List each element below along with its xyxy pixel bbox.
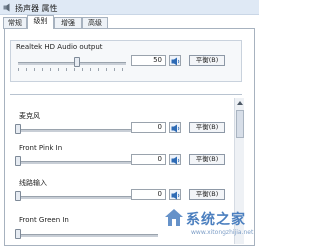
output-volume-track[interactable]	[18, 62, 126, 65]
output-balance-button[interactable]: 平衡(B)	[189, 55, 225, 66]
input-label-front-pink: Front Pink In	[19, 144, 63, 152]
line-in-volume-value[interactable]: 0	[131, 189, 166, 200]
front-green-volume-thumb[interactable]	[15, 229, 21, 239]
watermark-text: 系统之家	[186, 212, 246, 228]
output-volume-ticks	[18, 68, 126, 71]
window-title: 扬声器 属性	[15, 4, 58, 13]
front-pink-volume-thumb[interactable]	[15, 156, 21, 166]
front-pink-mute-button[interactable]	[169, 154, 181, 165]
scrollbar-thumb[interactable]	[236, 110, 244, 138]
tab-levels[interactable]: 级别	[27, 15, 54, 29]
watermark-url: www.xitongzhijia.net	[191, 229, 254, 236]
output-volume-value[interactable]: 50	[131, 55, 166, 66]
front-green-volume-track[interactable]	[18, 234, 158, 237]
title-bar: 扬声器 属性	[0, 0, 259, 15]
speaker-icon	[171, 156, 180, 165]
microphone-volume-thumb[interactable]	[15, 124, 21, 134]
input-label-line-in: 线路输入	[19, 179, 47, 187]
speaker-app-icon	[3, 3, 10, 12]
house-logo-icon	[165, 209, 183, 226]
scroll-up-arrow-icon[interactable]	[235, 98, 245, 108]
speaker-icon	[171, 124, 180, 133]
output-mute-button[interactable]	[169, 55, 181, 66]
line-in-mute-button[interactable]	[169, 189, 181, 200]
front-pink-volume-value[interactable]: 0	[131, 154, 166, 165]
site-watermark: 系统之家 www.xitongzhijia.net	[161, 203, 259, 246]
line-in-volume-thumb[interactable]	[15, 191, 21, 201]
input-label-front-green: Front Green In	[19, 216, 69, 224]
speaker-icon	[171, 191, 180, 200]
line-in-balance-button[interactable]: 平衡(B)	[189, 189, 225, 200]
microphone-volume-value[interactable]: 0	[131, 122, 166, 133]
output-device-label: Realtek HD Audio output	[16, 43, 103, 51]
section-divider	[10, 94, 242, 95]
microphone-balance-button[interactable]: 平衡(B)	[189, 122, 225, 133]
front-pink-balance-button[interactable]: 平衡(B)	[189, 154, 225, 165]
output-volume-thumb[interactable]	[74, 57, 80, 67]
input-label-microphone: 麦克风	[19, 112, 40, 120]
microphone-mute-button[interactable]	[169, 122, 181, 133]
speaker-icon	[171, 57, 180, 66]
